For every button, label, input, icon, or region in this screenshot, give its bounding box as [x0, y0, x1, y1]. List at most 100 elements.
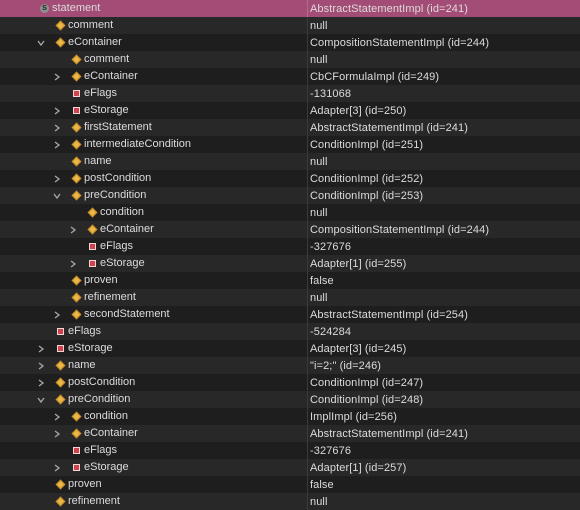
- variable-name: eContainer: [84, 427, 138, 439]
- tree-row[interactable]: condition null: [0, 204, 580, 221]
- variable-value: null: [310, 155, 328, 168]
- tree-row[interactable]: eStorage Adapter[1] (id=257): [0, 459, 580, 476]
- tree-row[interactable]: preCondition ConditionImpl (id=253): [0, 187, 580, 204]
- tree-row[interactable]: firstStatement AbstractStatementImpl (id=…: [0, 119, 580, 136]
- field-diamond-icon: [55, 37, 66, 48]
- variable-value: Adapter[3] (id=245): [310, 342, 407, 355]
- tree-row[interactable]: secondStatement AbstractStatementImpl (id…: [0, 306, 580, 323]
- field-diamond-icon: [55, 496, 66, 507]
- tree-row[interactable]: refinement null: [0, 493, 580, 510]
- chevron-right-icon[interactable]: [52, 306, 62, 323]
- variable-name-cell: comment: [0, 17, 307, 34]
- variable-name-cell: proven: [0, 272, 307, 289]
- tree-row[interactable]: eFlags -131068: [0, 85, 580, 102]
- variable-name-cell: eFlags: [0, 238, 307, 255]
- variable-name-cell: preCondition: [0, 391, 307, 408]
- tree-row[interactable]: name null: [0, 153, 580, 170]
- field-diamond-icon: [55, 360, 66, 371]
- tree-row[interactable]: condition ImplImpl (id=256): [0, 408, 580, 425]
- chevron-right-icon[interactable]: [52, 425, 62, 442]
- tree-row[interactable]: intermediateCondition ConditionImpl (id=2…: [0, 136, 580, 153]
- field-diamond-icon: [71, 292, 82, 303]
- field-diamond-icon: [71, 173, 82, 184]
- field-diamond-icon: [71, 428, 82, 439]
- chevron-right-icon[interactable]: [36, 374, 46, 391]
- field-diamond-icon: [71, 309, 82, 320]
- tree-row[interactable]: refinement null: [0, 289, 580, 306]
- variable-value: ConditionImpl (id=253): [310, 189, 424, 202]
- variable-name-cell: eFlags: [0, 85, 307, 102]
- field-diamond-icon: [71, 156, 82, 167]
- chevron-down-icon[interactable]: [36, 391, 46, 408]
- field-diamond-icon: [55, 377, 66, 388]
- tree-row[interactable]: proven false: [0, 476, 580, 493]
- variables-tree[interactable]: Sstatement AbstractStatementImpl (id=241)…: [0, 0, 580, 510]
- tree-row[interactable]: postCondition ConditionImpl (id=252): [0, 170, 580, 187]
- field-diamond-icon: [71, 190, 82, 201]
- tree-row[interactable]: eStorage Adapter[1] (id=255): [0, 255, 580, 272]
- tree-row[interactable]: eFlags -327676: [0, 238, 580, 255]
- variable-value: ConditionImpl (id=247): [310, 376, 424, 389]
- variable-name: eContainer: [100, 223, 154, 235]
- chevron-down-icon[interactable]: [36, 34, 46, 51]
- variable-name-cell: eFlags: [0, 442, 307, 459]
- private-field-icon: [72, 463, 81, 472]
- chevron-right-icon[interactable]: [52, 408, 62, 425]
- tree-row[interactable]: eFlags -327676: [0, 442, 580, 459]
- tree-row[interactable]: Sstatement AbstractStatementImpl (id=241): [0, 0, 580, 17]
- chevron-right-icon[interactable]: [68, 221, 78, 238]
- tree-row[interactable]: comment null: [0, 17, 580, 34]
- variable-name-cell: eContainer: [0, 221, 307, 238]
- tree-row[interactable]: eStorage Adapter[3] (id=250): [0, 102, 580, 119]
- chevron-right-icon[interactable]: [52, 119, 62, 136]
- tree-row[interactable]: preCondition ConditionImpl (id=248): [0, 391, 580, 408]
- chevron-right-icon[interactable]: [36, 340, 46, 357]
- variable-name-cell: refinement: [0, 289, 307, 306]
- variable-name-cell: proven: [0, 476, 307, 493]
- chevron-right-icon[interactable]: [68, 255, 78, 272]
- field-diamond-icon: [87, 207, 98, 218]
- variable-value: CbCFormulaImpl (id=249): [310, 70, 440, 83]
- variable-name: eStorage: [100, 257, 145, 269]
- variable-name: firstStatement: [84, 121, 152, 133]
- tree-row[interactable]: eContainer CbCFormulaImpl (id=249): [0, 68, 580, 85]
- variable-name: name: [68, 359, 96, 371]
- variable-name: eFlags: [68, 325, 102, 337]
- tree-row[interactable]: comment null: [0, 51, 580, 68]
- variable-value: ImplImpl (id=256): [310, 410, 397, 423]
- variable-name: eStorage: [68, 342, 113, 354]
- field-diamond-icon: [71, 411, 82, 422]
- tree-row[interactable]: eContainer CompositionStatementImpl (id=2…: [0, 34, 580, 51]
- variable-name-cell: condition: [0, 204, 307, 221]
- tree-row[interactable]: postCondition ConditionImpl (id=247): [0, 374, 580, 391]
- variable-name: refinement: [68, 495, 120, 507]
- field-diamond-icon: [71, 139, 82, 150]
- chevron-right-icon[interactable]: [36, 357, 46, 374]
- field-diamond-icon: [71, 54, 82, 65]
- variable-value: -131068: [310, 87, 352, 100]
- variable-name-cell: eContainer: [0, 34, 307, 51]
- chevron-down-icon[interactable]: [52, 187, 62, 204]
- variable-value: AbstractStatementImpl (id=241): [310, 121, 468, 134]
- variable-value: Adapter[1] (id=257): [310, 461, 407, 474]
- tree-row[interactable]: proven false: [0, 272, 580, 289]
- chevron-right-icon[interactable]: [52, 68, 62, 85]
- tree-row[interactable]: eContainer AbstractStatementImpl (id=241): [0, 425, 580, 442]
- field-diamond-icon: [71, 275, 82, 286]
- variable-name-cell: secondStatement: [0, 306, 307, 323]
- variable-name-cell: name: [0, 357, 307, 374]
- variable-name-cell: preCondition: [0, 187, 307, 204]
- tree-row[interactable]: eStorage Adapter[3] (id=245): [0, 340, 580, 357]
- variable-value: CompositionStatementImpl (id=244): [310, 36, 490, 49]
- chevron-right-icon[interactable]: [52, 170, 62, 187]
- private-field-icon: [72, 106, 81, 115]
- variable-value: null: [310, 206, 328, 219]
- tree-row[interactable]: eFlags -524284: [0, 323, 580, 340]
- private-field-icon: [72, 89, 81, 98]
- field-diamond-icon: [55, 479, 66, 490]
- chevron-right-icon[interactable]: [52, 102, 62, 119]
- chevron-right-icon[interactable]: [52, 459, 62, 476]
- chevron-right-icon[interactable]: [52, 136, 62, 153]
- tree-row[interactable]: name "i=2;" (id=246): [0, 357, 580, 374]
- tree-row[interactable]: eContainer CompositionStatementImpl (id=2…: [0, 221, 580, 238]
